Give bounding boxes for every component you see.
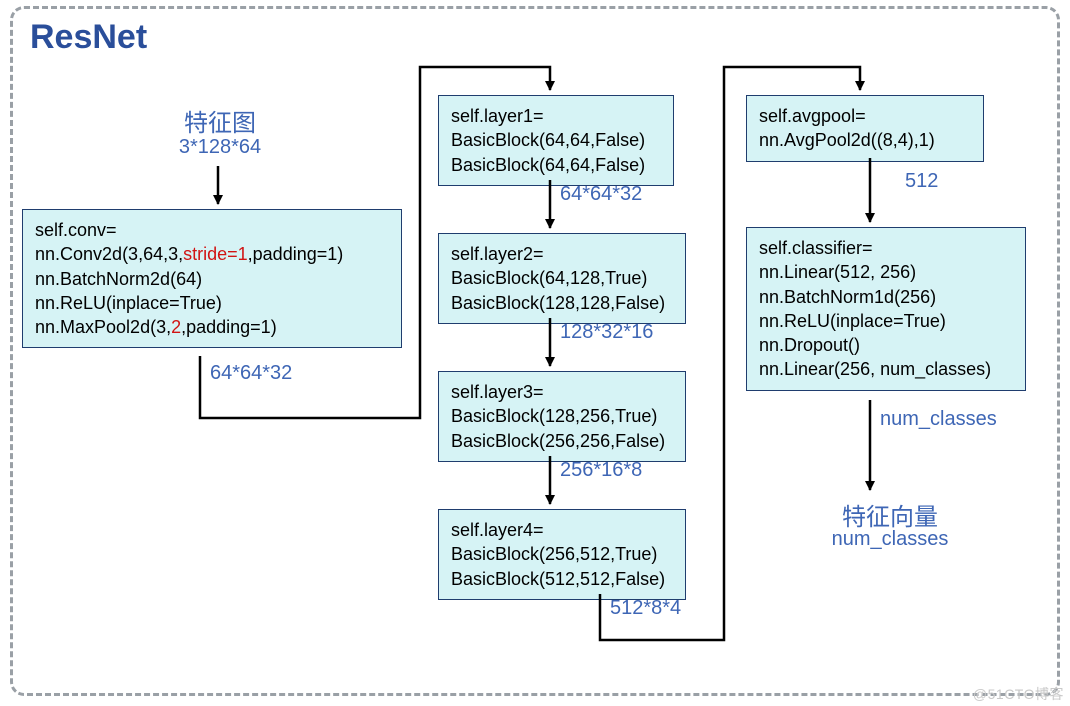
avgpool-block: self.avgpool= nn.AvgPool2d((8,4),1) <box>746 95 984 162</box>
input-label: 特征图 <box>150 103 290 138</box>
conv-line2: nn.Conv2d(3,64,3,stride=1,padding=1) <box>35 242 389 266</box>
input-shape: 3*128*64 <box>150 136 290 159</box>
conv-block: self.conv= nn.Conv2d(3,64,3,stride=1,pad… <box>22 209 402 348</box>
diagram-title: ResNet <box>30 18 147 57</box>
classifier-block: self.classifier= nn.Linear(512, 256) nn.… <box>746 227 1026 391</box>
avgpool-out: 512 <box>905 170 938 193</box>
layer3-block: self.layer3= BasicBlock(128,256,True) Ba… <box>438 371 686 462</box>
classifier-out: num_classes <box>880 408 997 431</box>
layer4-block: self.layer4= BasicBlock(256,512,True) Ba… <box>438 509 686 600</box>
layer1-out: 64*64*32 <box>560 183 642 206</box>
conv-line3: nn.BatchNorm2d(64) <box>35 267 389 291</box>
conv-line1: self.conv= <box>35 218 389 242</box>
layer2-out: 128*32*16 <box>560 321 653 344</box>
output-label: 特征向量 <box>800 497 980 532</box>
output-shape: num_classes <box>800 528 980 551</box>
watermark: @51CTO博客 <box>973 684 1064 704</box>
conv-line4: nn.ReLU(inplace=True) <box>35 291 389 315</box>
layer1-block: self.layer1= BasicBlock(64,64,False) Bas… <box>438 95 674 186</box>
layer3-out: 256*16*8 <box>560 459 642 482</box>
conv-line5: nn.MaxPool2d(3,2,padding=1) <box>35 315 389 339</box>
layer2-block: self.layer2= BasicBlock(64,128,True) Bas… <box>438 233 686 324</box>
conv-out: 64*64*32 <box>210 362 292 385</box>
layer4-out: 512*8*4 <box>610 597 681 620</box>
